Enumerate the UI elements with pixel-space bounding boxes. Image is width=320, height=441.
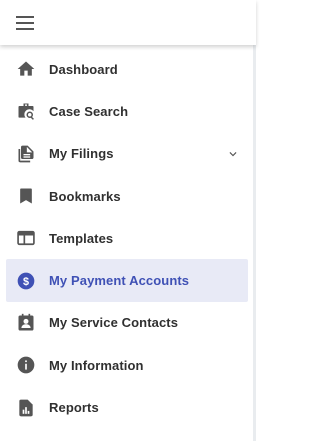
nav-label: My Filings [49, 146, 114, 162]
app-shell: Dashboard Case Search My Filings Bookmar… [0, 0, 256, 441]
nav-item-my-information[interactable]: My Information [6, 344, 248, 386]
filings-icon [16, 144, 36, 164]
nav-label: My Payment Accounts [49, 273, 190, 289]
bookmark-icon [16, 186, 36, 206]
contacts-icon [16, 313, 36, 333]
nav-item-dashboard[interactable]: Dashboard [6, 48, 248, 90]
svg-text:$: $ [23, 275, 29, 287]
nav-item-my-service-contacts[interactable]: My Service Contacts [6, 302, 248, 344]
payment-icon: $ [16, 271, 36, 291]
templates-icon [16, 228, 36, 248]
nav-item-my-payment-accounts[interactable]: $ My Payment Accounts [6, 259, 248, 302]
nav-item-templates[interactable]: Templates [6, 217, 248, 259]
hamburger-menu-icon[interactable] [15, 13, 35, 33]
nav-label: Case Search [49, 103, 129, 119]
info-icon [16, 355, 36, 375]
nav-label: Dashboard [49, 61, 118, 77]
nav-label: Templates [49, 230, 114, 246]
nav-item-reports[interactable]: Reports [6, 386, 248, 428]
nav-label: My Service Contacts [49, 315, 179, 331]
nav-item-my-filings[interactable]: My Filings [6, 133, 248, 175]
sidebar-nav: Dashboard Case Search My Filings Bookmar… [0, 45, 256, 429]
top-bar [0, 0, 256, 45]
nav-item-bookmarks[interactable]: Bookmarks [6, 175, 248, 217]
case-search-icon [16, 101, 36, 121]
home-icon [16, 59, 36, 79]
nav-item-case-search[interactable]: Case Search [6, 90, 248, 132]
reports-icon [16, 398, 36, 418]
nav-label: Reports [49, 400, 99, 416]
nav-label: My Information [49, 357, 144, 373]
chevron-down-icon[interactable] [224, 145, 242, 163]
nav-label: Bookmarks [49, 188, 121, 204]
